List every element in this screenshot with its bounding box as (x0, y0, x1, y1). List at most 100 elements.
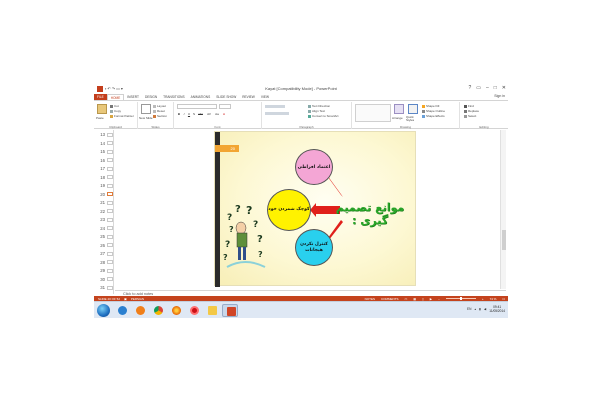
network-icon[interactable]: ▮ (479, 307, 481, 311)
slide-thumbnail[interactable] (107, 226, 113, 230)
quick-styles-button[interactable]: Quick Styles (406, 116, 420, 122)
maximize-button[interactable]: □ (494, 85, 497, 91)
alignment-buttons-icon[interactable] (265, 112, 289, 115)
slide-thumbnail[interactable] (107, 166, 113, 171)
taskbar-app-media[interactable] (132, 304, 148, 317)
slide-sorter-icon[interactable]: ▦ (413, 297, 416, 301)
minimize-button[interactable]: – (486, 85, 489, 91)
taskbar-app-folder[interactable] (204, 304, 220, 317)
comments-toggle[interactable]: COMMENTS (381, 297, 399, 301)
find-button[interactable]: Find (464, 104, 474, 108)
font-color-button[interactable]: A (222, 112, 226, 116)
zoom-slider-knob[interactable] (459, 297, 462, 300)
zoom-in-icon[interactable]: + (482, 297, 484, 301)
slide-thumbnail[interactable] (107, 132, 113, 137)
show-hidden-icons-icon[interactable]: ▴ (474, 307, 476, 311)
circle-emotion-control[interactable]: کنترل نکردن هیجانات (295, 229, 333, 266)
font-name-box[interactable] (177, 104, 217, 109)
align-text-button[interactable]: Align Text (308, 109, 325, 113)
ribbon-display-button[interactable]: ▭ (476, 85, 481, 91)
taskbar-app-explorer[interactable] (114, 304, 130, 317)
slide-thumbnail[interactable] (107, 268, 113, 273)
new-slide-icon[interactable] (141, 104, 151, 114)
section-button[interactable]: Section (153, 114, 167, 118)
shapes-gallery[interactable] (355, 104, 391, 122)
slide-thumbnail[interactable] (107, 217, 113, 222)
slide-thumbnail[interactable] (107, 277, 113, 281)
save-icon[interactable]: ▪ (105, 86, 106, 91)
slide-thumbnail[interactable] (107, 149, 113, 154)
shape-effects-button[interactable]: Shape Effects (422, 114, 445, 118)
slide-thumbnail[interactable] (107, 158, 113, 162)
slide-thumbnail[interactable] (107, 192, 113, 196)
slide-title[interactable]: موانع تصمیم گیری : (325, 201, 415, 227)
shadow-button[interactable]: S (192, 112, 196, 116)
vertical-scrollbar[interactable] (500, 130, 506, 289)
circle-overconfidence[interactable]: اعتماد افراطی (295, 149, 333, 185)
slide-thumbnail[interactable] (107, 285, 113, 290)
quick-styles-icon[interactable] (408, 104, 418, 114)
shape-outline-button[interactable]: Shape Outline (422, 109, 445, 113)
change-case-button[interactable]: Aa (214, 112, 220, 116)
zoom-level[interactable]: 74 % (490, 297, 497, 301)
layout-button[interactable]: Layout (153, 104, 166, 108)
character-spacing-button[interactable]: AV (206, 112, 212, 116)
slide-thumbnail[interactable] (107, 183, 113, 188)
undo-icon[interactable]: ↶ (107, 86, 110, 91)
slide-thumbnail[interactable] (107, 251, 113, 256)
start-slideshow-icon[interactable]: ▭ (116, 86, 120, 91)
redo-icon[interactable]: ↷ (112, 86, 115, 91)
clock[interactable]: 09:41 11/05/2014 (489, 305, 505, 313)
arrange-button[interactable]: Arrange (392, 116, 403, 120)
cut-button[interactable]: Cut (110, 104, 119, 108)
customize-qat-icon[interactable]: ▾ (121, 86, 123, 91)
notes-toggle[interactable]: NOTES (365, 297, 375, 301)
slide-thumbnail[interactable] (107, 234, 113, 239)
volume-icon[interactable]: ◀ (484, 307, 486, 311)
close-button[interactable]: ✕ (502, 85, 506, 91)
font-size-box[interactable] (219, 104, 231, 109)
slide-thumbnail[interactable] (107, 200, 113, 205)
normal-view-icon[interactable]: ▭ (404, 297, 407, 301)
convert-smartart-button[interactable]: Convert to SmartArt (308, 114, 339, 118)
fit-slide-icon[interactable]: ⊡ (502, 297, 505, 301)
reset-button[interactable]: Reset (153, 109, 165, 113)
slide-thumbnail[interactable] (107, 243, 113, 247)
paste-icon[interactable] (97, 104, 107, 114)
replace-button[interactable]: Replace (464, 109, 479, 113)
slide-thumbnail[interactable] (107, 260, 113, 264)
shape-fill-button[interactable]: Shape Fill (422, 104, 439, 108)
slide-thumbnail[interactable] (107, 175, 113, 179)
text-direction-button[interactable]: Text Direction (308, 104, 330, 108)
taskbar-app-chrome[interactable] (150, 304, 166, 317)
slideshow-view-icon[interactable]: ▶ (430, 297, 432, 301)
strikethrough-button[interactable]: abc (197, 112, 204, 116)
slide-thumbnail[interactable] (107, 209, 113, 213)
circle-self-underestimation[interactable]: کوچک شمردن خود (267, 189, 311, 231)
scrollbar-thumb[interactable] (502, 230, 506, 250)
taskbar-app-opera[interactable] (186, 304, 202, 317)
copy-button[interactable]: Copy (110, 109, 121, 113)
start-button[interactable] (97, 304, 110, 317)
taskbar-app-powerpoint[interactable] (222, 304, 238, 317)
help-button[interactable]: ? (468, 85, 471, 91)
spell-check-icon[interactable]: ▣ (124, 297, 127, 301)
select-button[interactable]: Select (464, 114, 476, 118)
slide-thumbnail[interactable] (107, 141, 113, 145)
bold-button[interactable]: B (177, 112, 181, 116)
sign-in-link[interactable]: Sign in (494, 94, 505, 98)
arrange-icon[interactable] (394, 104, 404, 114)
paste-button[interactable]: Paste (96, 116, 104, 120)
input-language[interactable]: EN (467, 307, 471, 311)
zoom-slider[interactable] (445, 297, 476, 300)
new-slide-button[interactable]: New Slide (139, 116, 153, 120)
underline-button[interactable]: U (187, 112, 191, 116)
list-buttons-icon[interactable] (265, 105, 285, 108)
format-painter-button[interactable]: Format Painter (110, 114, 134, 118)
reading-view-icon[interactable]: ▯ (422, 297, 424, 301)
zoom-out-icon[interactable]: − (438, 297, 440, 301)
slide-canvas[interactable]: ? ? ? ? ? ? ? ? ? 20 اعتماد افراطی کوچک … (214, 131, 416, 287)
language-indicator[interactable]: PERSIAN (131, 297, 144, 301)
italic-button[interactable]: I (182, 112, 186, 116)
taskbar-app-firefox[interactable] (168, 304, 184, 317)
